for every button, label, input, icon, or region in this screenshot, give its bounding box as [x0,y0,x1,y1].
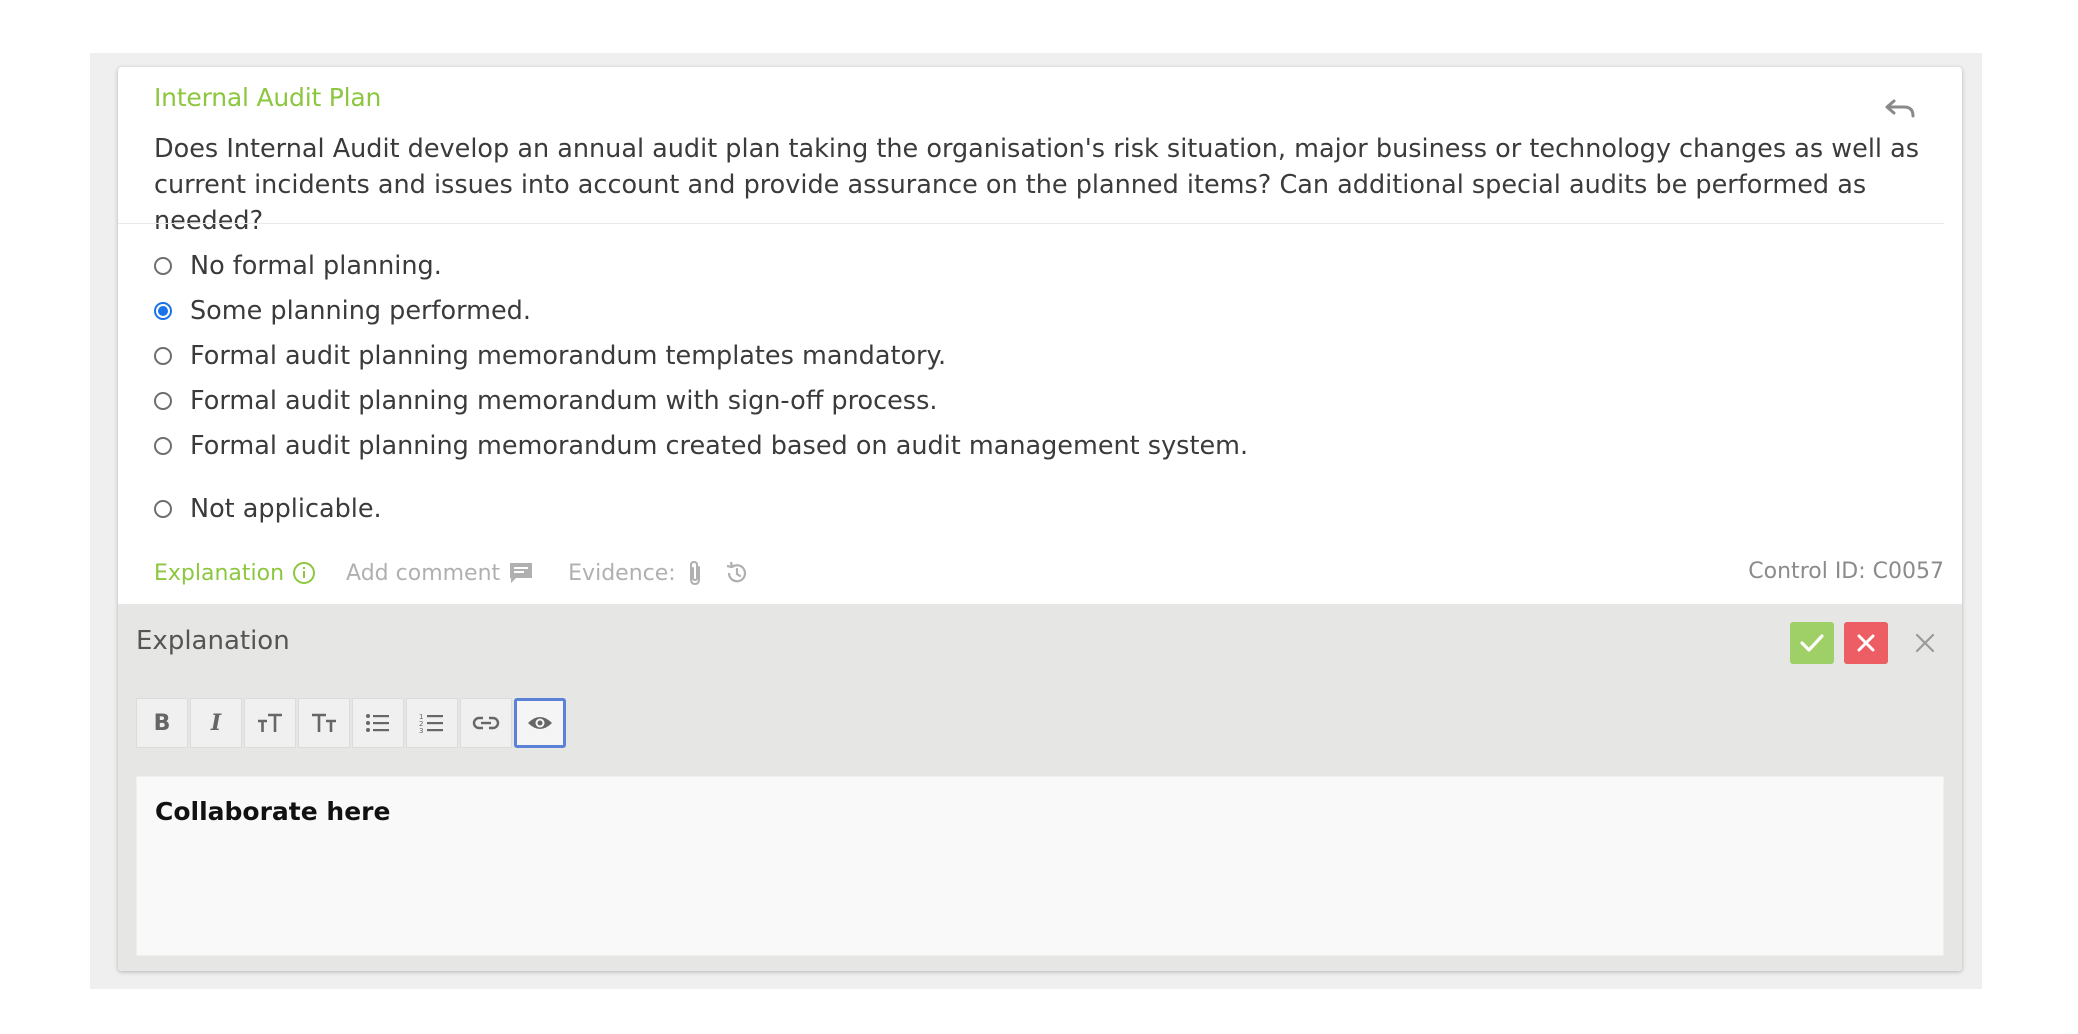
editor-toolbar: B I 1 2 3 [136,698,568,748]
bullet-list-button[interactable] [352,698,404,748]
radio-button[interactable] [154,437,172,455]
numbered-list-button[interactable]: 1 2 3 [406,698,458,748]
explanation-link[interactable]: Explanation [154,561,316,586]
check-icon [1800,634,1824,652]
option-audit-management-system[interactable]: Formal audit planning memorandum created… [154,431,1248,461]
bold-icon: B [153,710,171,736]
option-no-formal-planning[interactable]: No formal planning. [154,251,442,281]
editor-content: Collaborate here [155,797,391,826]
svg-text:3: 3 [419,727,423,734]
heading-large-icon [312,713,336,732]
question-meta-bar: Explanation Add comment Evidence: [154,559,750,587]
confirm-button[interactable] [1790,622,1834,664]
preview-button[interactable] [514,698,566,748]
control-id: Control ID: C0057 [1748,559,1944,584]
comment-icon [508,561,534,585]
explanation-panel: Explanation B I 1 2 3 Collaborate here [118,604,1962,971]
numbered-list-icon: 1 2 3 [419,713,443,734]
explanation-editor[interactable]: Collaborate here [136,776,1944,956]
radio-button[interactable] [154,500,172,518]
divider [118,223,1944,224]
heading-small-button[interactable] [244,698,296,748]
add-comment-label: Add comment [346,560,501,586]
history-icon[interactable] [724,560,750,586]
heading-large-button[interactable] [298,698,350,748]
bold-button[interactable]: B [136,698,188,748]
radio-button[interactable] [154,392,172,410]
eye-icon [528,717,552,729]
link-button[interactable] [460,698,512,748]
bullet-list-icon [366,714,389,732]
radio-button[interactable] [154,257,172,275]
option-templates-mandatory[interactable]: Formal audit planning memorandum templat… [154,341,946,371]
heading-small-icon [258,713,282,732]
option-label: Formal audit planning memorandum templat… [190,341,947,371]
radio-button[interactable] [154,347,172,365]
cancel-button[interactable] [1844,622,1888,664]
question-card: Internal Audit Plan Does Internal Audit … [118,67,1962,971]
explanation-label: Explanation [154,560,285,586]
add-comment-link[interactable]: Add comment [346,561,534,586]
x-icon [1857,634,1875,652]
question-title: Internal Audit Plan [154,83,382,112]
panel-title: Explanation [136,626,290,656]
italic-icon: I [210,710,222,736]
option-label: Some planning performed. [190,296,531,326]
close-icon[interactable] [1910,628,1940,658]
undo-icon[interactable] [1884,95,1918,121]
option-some-planning[interactable]: Some planning performed. [154,296,531,326]
italic-button[interactable]: I [190,698,242,748]
option-not-applicable[interactable]: Not applicable. [154,494,382,524]
option-label: No formal planning. [190,251,442,281]
info-icon [292,561,316,585]
paperclip-icon[interactable] [684,559,706,587]
link-icon [472,716,500,730]
option-label: Not applicable. [190,494,382,524]
evidence-section: Evidence: [568,559,750,587]
option-sign-off-process[interactable]: Formal audit planning memorandum with si… [154,386,937,416]
option-label: Formal audit planning memorandum created… [190,431,1249,461]
evidence-label: Evidence: [568,560,676,586]
option-label: Formal audit planning memorandum with si… [190,386,938,416]
radio-button-selected[interactable] [154,302,172,320]
